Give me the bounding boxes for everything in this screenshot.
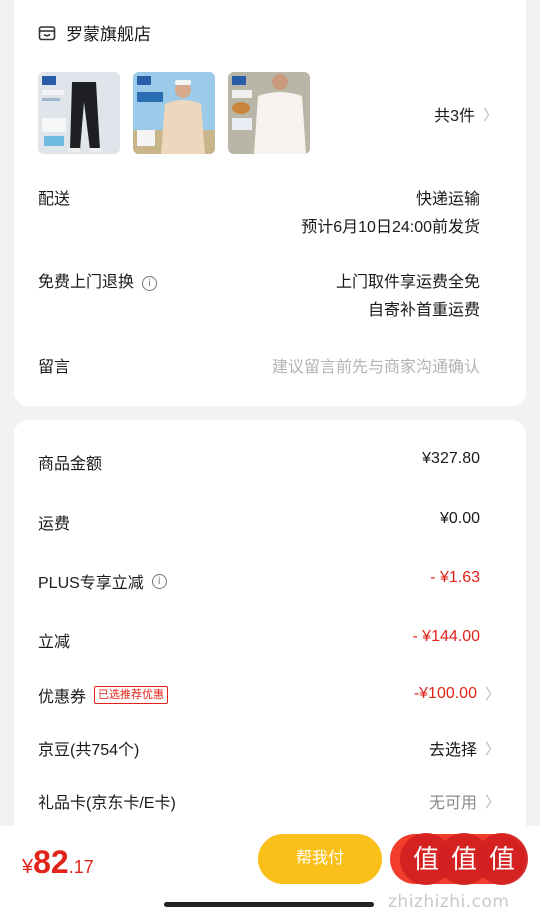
goods-amount-row: 商品金额 ¥327.80 (38, 450, 480, 474)
gift-card-value: 无可用 (428, 795, 477, 812)
gift-card-label: 礼品卡(京东卡/E卡) (38, 795, 176, 812)
info-icon[interactable]: i (151, 573, 167, 589)
plus-discount-value: - ¥1.63 (430, 569, 480, 586)
product-thumb-pants[interactable] (38, 72, 120, 154)
item-count: 共3件 (434, 108, 475, 125)
info-icon[interactable]: i (142, 275, 158, 291)
chevron-right-icon: 〉 (482, 106, 498, 124)
returns-label: 免费上门退换 (38, 274, 135, 291)
total-price: ¥82.17 (22, 844, 94, 880)
coupon-tag: 已选推荐优惠 (94, 686, 169, 704)
gift-card-row[interactable]: 礼品卡(京东卡/E卡) 无可用 〉 (38, 789, 500, 813)
store-card: 罗蒙旗舰店 共3件 〉 配送 快递运输 预计6月10日24:00前发货 免费上门… (14, 0, 526, 406)
instant-discount-label: 立减 (38, 634, 71, 651)
chevron-right-icon: 〉 (484, 686, 500, 703)
home-indicator[interactable] (164, 902, 374, 907)
delivery-label: 配送 (38, 191, 71, 208)
message-row[interactable]: 留言 建议留言前先与商家沟通确认 (38, 354, 480, 382)
price-card: 商品金额 ¥327.80 运费 ¥0.00 PLUS专享立减 i - ¥1.63… (14, 420, 526, 840)
delivery-row[interactable]: 配送 快递运输 预计6月10日24:00前发货 (38, 186, 480, 242)
help-pay-button[interactable]: 帮我付 (258, 834, 382, 884)
plus-discount-label: PLUS专享立减 (38, 575, 144, 592)
returns-line1: 上门取件享运费全免 (335, 274, 480, 291)
delivery-eta: 预计6月10日24:00前发货 (301, 219, 480, 236)
submit-order-button[interactable]: 提交订单 (390, 834, 526, 884)
store-name: 罗蒙旗舰店 (66, 25, 151, 44)
delivery-method: 快递运输 (415, 191, 480, 208)
coupon-row[interactable]: 优惠券 已选推荐优惠 -¥100.00 〉 (38, 683, 500, 707)
jd-beans-row[interactable]: 京豆(共754个) 去选择 〉 (38, 736, 500, 760)
product-thumb-tshirt[interactable] (228, 72, 310, 154)
item-count-link[interactable]: 共3件 〉 (434, 102, 498, 126)
instant-discount-value: - ¥144.00 (412, 628, 480, 645)
product-thumb-polo[interactable] (133, 72, 215, 154)
shipping-row: 运费 ¥0.00 (38, 510, 480, 534)
instant-discount-row: 立减 - ¥144.00 (38, 628, 480, 652)
store-icon (38, 25, 56, 40)
jd-beans-value: 去选择 (428, 742, 477, 759)
plus-discount-row: PLUS专享立减 i - ¥1.63 (38, 569, 480, 593)
product-thumbnails[interactable] (38, 72, 310, 154)
returns-row[interactable]: 免费上门退换 i 上门取件享运费全免 自寄补首重运费 (38, 269, 480, 325)
coupon-label: 优惠券 (38, 689, 87, 706)
returns-line2: 自寄补首重运费 (367, 302, 480, 319)
message-label: 留言 (38, 359, 71, 376)
store-header[interactable]: 罗蒙旗舰店 (38, 20, 151, 45)
shipping-value: ¥0.00 (439, 510, 480, 527)
checkout-bar: ¥82.17 帮我付 提交订单 值 值 值 zhizhizhi.com (0, 826, 540, 916)
goods-amount-value: ¥327.80 (422, 450, 480, 467)
chevron-right-icon: 〉 (484, 793, 500, 811)
watermark-text: zhizhizhi.com (388, 892, 510, 912)
goods-amount-label: 商品金额 (38, 456, 103, 473)
chevron-right-icon: 〉 (484, 740, 500, 758)
coupon-value: -¥100.00 (413, 684, 477, 702)
message-input[interactable]: 建议留言前先与商家沟通确认 (272, 354, 480, 382)
shipping-label: 运费 (38, 516, 71, 533)
jd-beans-label: 京豆(共754个) (38, 742, 140, 759)
